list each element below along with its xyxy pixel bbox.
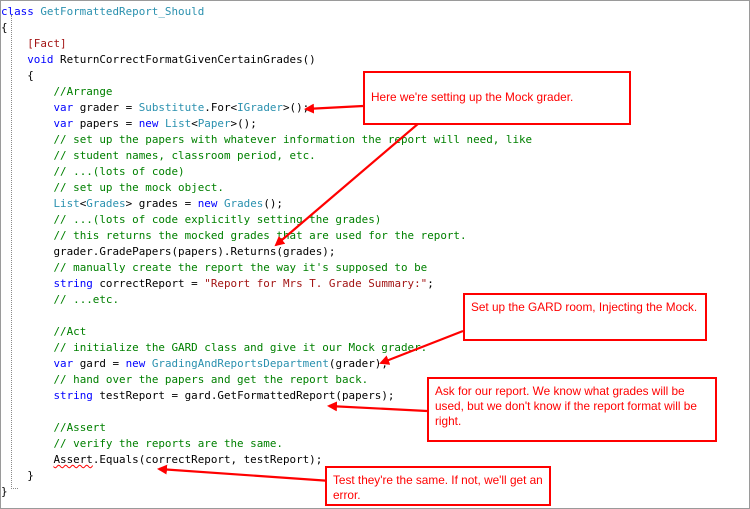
arrow-mock-to-returns [274,122,420,247]
callout-ask-report: Ask for our report. We know what grades … [427,377,717,442]
arrow-ask-to-report-call [327,401,428,413]
screenshot-frame: class GetFormattedReport_Should{ [Fact] … [0,0,750,509]
arrow-mock-to-substitute [304,103,364,114]
callout-gard-room: Set up the GARD room, Injecting the Mock… [463,293,707,341]
callout-test-same: Test they're the same. If not, we'll get… [325,466,551,506]
arrow-test-to-assert [157,464,332,483]
arrow-gard-to-constructor [379,329,464,365]
callout-mock-grader: Here we're setting up the Mock grader. [363,71,631,125]
